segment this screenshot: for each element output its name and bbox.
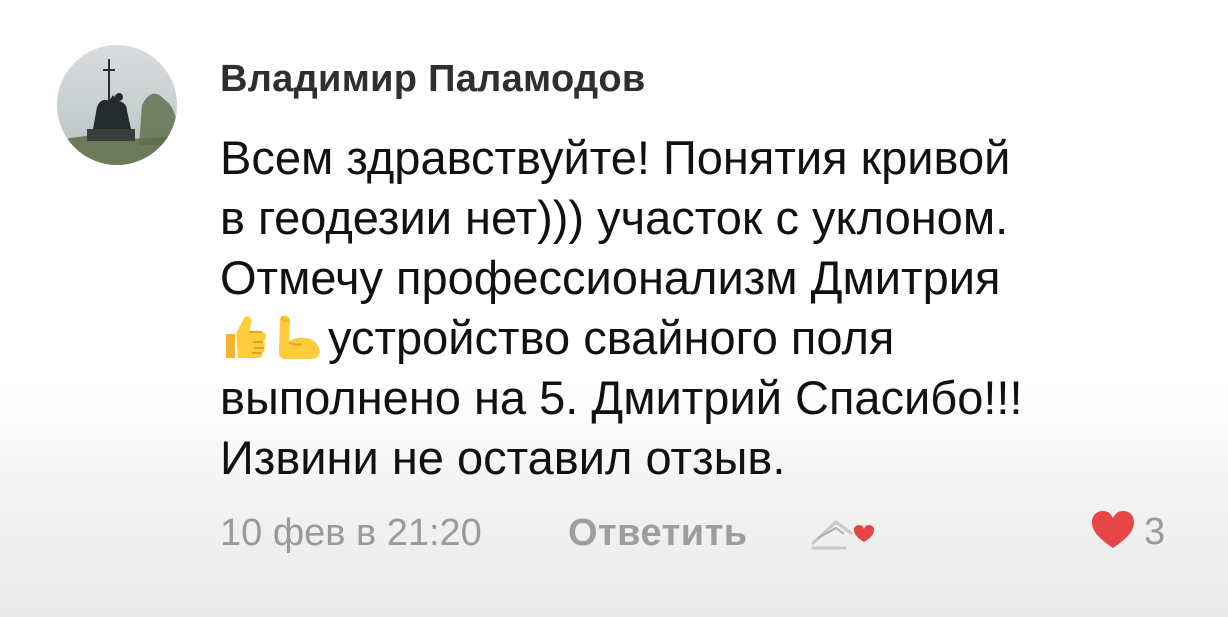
avatar[interactable]: [57, 45, 177, 165]
comment-line: устройство свайного поля: [220, 308, 1180, 368]
timestamp[interactable]: 10 фев в 21:20: [220, 512, 482, 555]
comment-text: Всем здравствуйте! Понятия кривой в геод…: [220, 128, 1180, 488]
community-heart-logo-icon: [806, 508, 876, 556]
comment-line: выполнено на 5. Дмитрий Спасибо!!!: [220, 371, 1023, 424]
reply-button[interactable]: Ответить: [568, 512, 748, 555]
comment-line: Всем здравствуйте! Понятия кривой: [220, 131, 1011, 184]
comment: Владимир Паламодов Всем здравствуйте! По…: [0, 0, 1228, 617]
flexed-biceps-icon: [274, 312, 324, 362]
author-name[interactable]: Владимир Паламодов: [220, 58, 646, 101]
heart-icon: [1092, 511, 1134, 548]
like-button[interactable]: 3: [1090, 510, 1165, 558]
thumbs-up-icon: [220, 312, 270, 362]
monument-avatar: [57, 45, 177, 165]
comment-line: в геодезии нет))) участок с уклоном.: [220, 191, 1009, 244]
comment-line: Отмечу профессионализм Дмитрия: [220, 251, 1001, 304]
comment-line: Извини не оставил отзыв.: [220, 431, 786, 484]
comment-footer: 10 фев в 21:20 Ответить 3: [220, 508, 1190, 564]
like-count: 3: [1144, 511, 1166, 553]
